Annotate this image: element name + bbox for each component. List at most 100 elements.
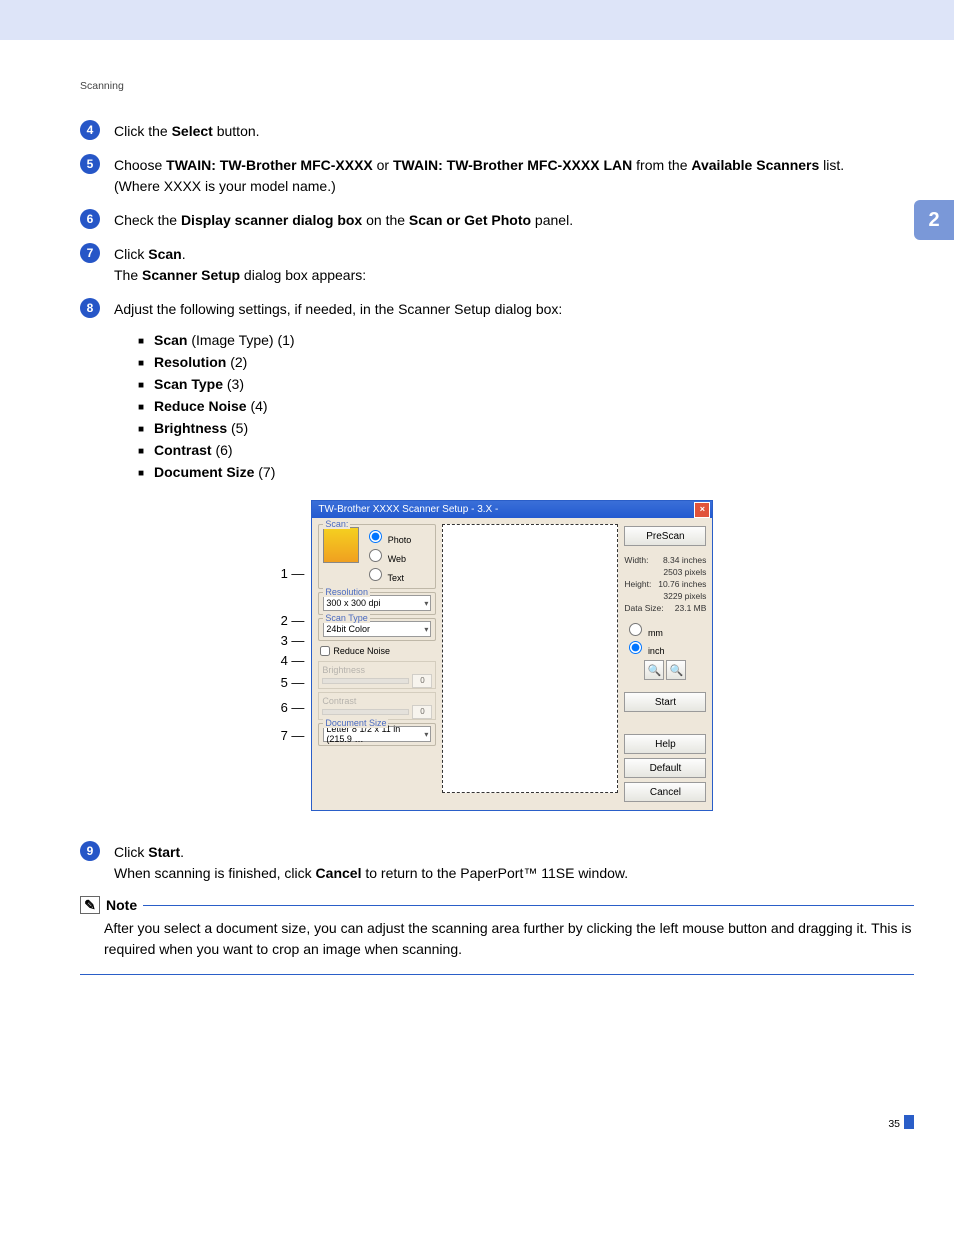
label: Width: bbox=[624, 554, 648, 566]
step-num: 8 bbox=[80, 298, 100, 318]
text-bold: Available Scanners bbox=[691, 157, 819, 173]
text-bold: Scan Type bbox=[154, 376, 223, 392]
step-9: 9 Click Start. When scanning is finished… bbox=[80, 841, 914, 884]
list-item: Document Size (7) bbox=[138, 464, 914, 480]
group-legend: Document Size bbox=[323, 718, 388, 728]
rule bbox=[143, 905, 914, 906]
resolution-group: Resolution 300 x 300 dpi bbox=[318, 592, 436, 615]
text-bold: Scan bbox=[154, 332, 187, 348]
text-bold: Display scanner dialog box bbox=[181, 212, 362, 228]
text: Adjust the following settings, if needed… bbox=[114, 301, 562, 317]
callout: 3 — bbox=[281, 633, 308, 653]
text: Click bbox=[114, 844, 148, 860]
value: 23.1 MB bbox=[675, 602, 707, 614]
default-button[interactable]: Default bbox=[624, 758, 706, 778]
step-num: 5 bbox=[80, 154, 100, 174]
group-legend: Scan Type bbox=[323, 613, 369, 623]
scantype-combo[interactable]: 24bit Color bbox=[323, 621, 431, 637]
text: on the bbox=[362, 212, 409, 228]
scan-group: Scan: Photo Web Text bbox=[318, 524, 436, 589]
text-bold: Select bbox=[172, 123, 213, 139]
text: (Image Type) (1) bbox=[187, 332, 294, 348]
list-item: Scan Type (3) bbox=[138, 376, 914, 392]
callout: 7 — bbox=[281, 728, 308, 755]
page-header: Scanning bbox=[80, 80, 914, 92]
rule bbox=[80, 974, 914, 975]
value: 10.76 inches bbox=[658, 578, 706, 590]
text: . bbox=[180, 844, 184, 860]
prescan-button[interactable]: PreScan bbox=[624, 526, 706, 546]
text: list. bbox=[819, 157, 844, 173]
cancel-button[interactable]: Cancel bbox=[624, 782, 706, 802]
text: button. bbox=[213, 123, 260, 139]
scanner-setup-dialog: TW-Brother XXXX Scanner Setup - 3.X - × … bbox=[311, 500, 713, 811]
text: Choose bbox=[114, 157, 166, 173]
preview-area[interactable] bbox=[442, 524, 618, 793]
dialog-titlebar[interactable]: TW-Brother XXXX Scanner Setup - 3.X - × bbox=[312, 501, 712, 518]
radio-photo[interactable]: Photo bbox=[364, 527, 411, 546]
text: . bbox=[182, 246, 186, 262]
text: (Where XXXX is your model name.) bbox=[114, 178, 336, 194]
text-bold: Scanner Setup bbox=[142, 267, 240, 283]
text: Click the bbox=[114, 123, 172, 139]
text: The bbox=[114, 267, 142, 283]
value: 3229 pixels bbox=[663, 590, 706, 602]
docsize-group: Document Size Letter 8 1/2 x 11 in (215.… bbox=[318, 723, 436, 746]
unit-mm-radio[interactable]: mm bbox=[624, 620, 706, 638]
zoom-out-icon[interactable]: 🔍 bbox=[666, 660, 686, 680]
start-button[interactable]: Start bbox=[624, 692, 706, 712]
step-5: 5 Choose TWAIN: TW-Brother MFC-XXXX or T… bbox=[80, 154, 914, 197]
scanner-dialog-figure: 1 — 2 — 3 — 4 — 5 — 6 — 7 — TW-Brother X… bbox=[80, 500, 914, 811]
callout: 5 — bbox=[281, 675, 308, 700]
radio-text[interactable]: Text bbox=[364, 565, 411, 584]
radio-web[interactable]: Web bbox=[364, 546, 411, 565]
list-item: Scan (Image Type) (1) bbox=[138, 332, 914, 348]
step-num: 6 bbox=[80, 209, 100, 229]
dialog-title: TW-Brother XXXX Scanner Setup - 3.X - bbox=[318, 504, 498, 515]
list-item: Brightness (5) bbox=[138, 420, 914, 436]
text-bold: TWAIN: TW-Brother MFC-XXXX bbox=[166, 157, 373, 173]
text-bold: Start bbox=[148, 844, 180, 860]
label: Data Size: bbox=[624, 602, 663, 614]
zoom-in-icon[interactable]: 🔍 bbox=[644, 660, 664, 680]
contrast-slider[interactable]: 0 bbox=[322, 707, 432, 717]
callout: 4 — bbox=[281, 653, 308, 675]
docsize-combo[interactable]: Letter 8 1/2 x 11 in (215.9 … bbox=[323, 726, 431, 742]
page-number: 35 bbox=[80, 1115, 914, 1130]
brightness-slider[interactable]: 0 bbox=[322, 676, 432, 686]
text: (3) bbox=[223, 376, 244, 392]
callout: 2 — bbox=[281, 613, 308, 633]
text-bold: Scan bbox=[148, 246, 181, 262]
list-item: Resolution (2) bbox=[138, 354, 914, 370]
text-bold: TWAIN: TW-Brother MFC-XXXX LAN bbox=[393, 157, 632, 173]
text: (4) bbox=[247, 398, 268, 414]
reduce-noise-checkbox[interactable]: Reduce Noise bbox=[320, 646, 436, 656]
step-6: 6 Check the Display scanner dialog box o… bbox=[80, 209, 914, 231]
text-bold: Brightness bbox=[154, 420, 227, 436]
text: to return to the PaperPort™ 11SE window. bbox=[361, 865, 628, 881]
scantype-group: Scan Type 24bit Color bbox=[318, 618, 436, 641]
unit-inch-radio[interactable]: inch bbox=[624, 638, 706, 656]
note-body: After you select a document size, you ca… bbox=[104, 918, 914, 960]
value: 2503 pixels bbox=[663, 566, 706, 578]
list-item: Contrast (6) bbox=[138, 442, 914, 458]
text-bold: Contrast bbox=[154, 442, 212, 458]
text: (5) bbox=[227, 420, 248, 436]
close-icon[interactable]: × bbox=[694, 502, 710, 518]
step-7: 7 Click Scan. The Scanner Setup dialog b… bbox=[80, 243, 914, 286]
step-4: 4 Click the Select button. bbox=[80, 120, 914, 142]
text: (6) bbox=[212, 442, 233, 458]
top-band bbox=[0, 0, 954, 40]
thumbnail-icon bbox=[323, 527, 359, 563]
value: 8.34 inches bbox=[663, 554, 706, 566]
help-button[interactable]: Help bbox=[624, 734, 706, 754]
text-bold: Reduce Noise bbox=[154, 398, 247, 414]
callout: 6 — bbox=[281, 700, 308, 728]
text: from the bbox=[632, 157, 691, 173]
step-8-sublist: Scan (Image Type) (1) Resolution (2) Sca… bbox=[138, 332, 914, 480]
step-num: 7 bbox=[80, 243, 100, 263]
step-num: 9 bbox=[80, 841, 100, 861]
callout: 1 — bbox=[281, 566, 308, 593]
brightness-group: Brightness 0 bbox=[318, 661, 436, 689]
resolution-combo[interactable]: 300 x 300 dpi bbox=[323, 595, 431, 611]
